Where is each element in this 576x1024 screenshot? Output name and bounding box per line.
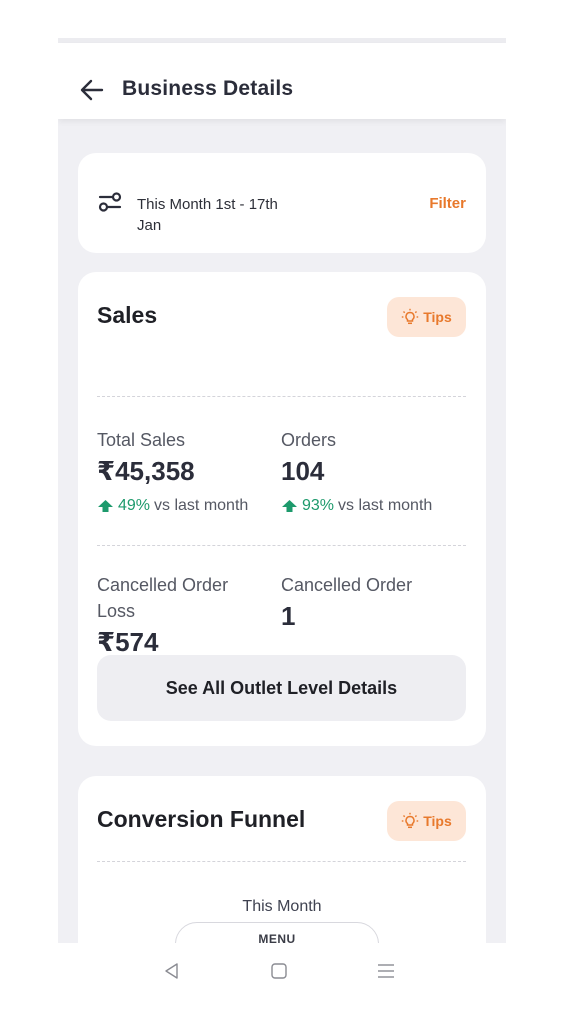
nav-back-icon[interactable] bbox=[162, 961, 182, 981]
divider bbox=[97, 861, 466, 862]
cancelled-order-value: 1 bbox=[281, 601, 296, 631]
app-screen: Business Details This Month 1st - 17th J… bbox=[58, 38, 506, 943]
total-sales-value: ₹45,358 bbox=[97, 456, 195, 486]
total-sales-change-suffix: vs last month bbox=[154, 497, 249, 514]
date-range-label: This Month 1st - 17th Jan bbox=[137, 196, 278, 234]
funnel-title: Conversion Funnel bbox=[97, 806, 306, 832]
sales-title: Sales bbox=[97, 302, 158, 328]
funnel-tips-button[interactable]: Tips bbox=[387, 801, 466, 841]
tips-label: Tips bbox=[423, 813, 452, 829]
total-sales-change: 49% vs last month bbox=[97, 497, 272, 515]
bulb-icon bbox=[402, 308, 419, 325]
cancelled-loss-metric: Cancelled Order Loss ₹574 bbox=[97, 572, 257, 658]
total-sales-metric: Total Sales ₹45,358 49% vs last month bbox=[97, 427, 272, 515]
orders-change: 93% vs last month bbox=[281, 497, 471, 515]
total-sales-pct: 49% bbox=[118, 497, 151, 514]
orders-change-suffix: vs last month bbox=[338, 497, 433, 514]
orders-value: 104 bbox=[281, 456, 325, 486]
cancelled-loss-label: Cancelled Order Loss bbox=[97, 575, 229, 621]
funnel-period-label: This Month bbox=[242, 898, 322, 915]
arrow-up-icon bbox=[282, 500, 297, 512]
arrow-up-icon bbox=[98, 500, 113, 512]
sales-tips-button[interactable]: Tips bbox=[387, 297, 466, 337]
cancelled-order-metric: Cancelled Order 1 bbox=[281, 572, 471, 632]
date-filter-card: This Month 1st - 17th Jan Filter bbox=[78, 153, 486, 253]
orders-label: Orders bbox=[281, 430, 337, 450]
conversion-funnel-card: Conversion Funnel Tips This Month bbox=[78, 776, 486, 943]
cancelled-order-label: Cancelled Order bbox=[281, 575, 413, 595]
sales-card: Sales Tips Total Sales ₹45,358 49% vs la… bbox=[78, 272, 486, 746]
tips-label: Tips bbox=[423, 309, 452, 325]
filter-link[interactable]: Filter bbox=[429, 195, 466, 212]
cancelled-loss-value: ₹574 bbox=[97, 627, 159, 657]
back-arrow-icon[interactable] bbox=[80, 79, 104, 101]
see-outlet-details-button[interactable]: See All Outlet Level Details bbox=[97, 655, 466, 721]
page-title: Business Details bbox=[122, 77, 294, 100]
orders-metric: Orders 104 93% vs last month bbox=[281, 427, 471, 515]
divider bbox=[97, 396, 466, 397]
orders-pct: 93% bbox=[302, 497, 335, 514]
bulb-icon bbox=[402, 812, 419, 829]
sliders-icon bbox=[98, 192, 122, 212]
nav-home-icon[interactable] bbox=[269, 961, 289, 981]
nav-menu-icon[interactable] bbox=[376, 961, 396, 981]
system-nav-bar bbox=[0, 943, 576, 1024]
total-sales-label: Total Sales bbox=[97, 430, 186, 450]
app-header: Business Details bbox=[58, 43, 506, 119]
divider bbox=[97, 545, 466, 546]
menu-button[interactable]: MENU bbox=[175, 922, 379, 943]
